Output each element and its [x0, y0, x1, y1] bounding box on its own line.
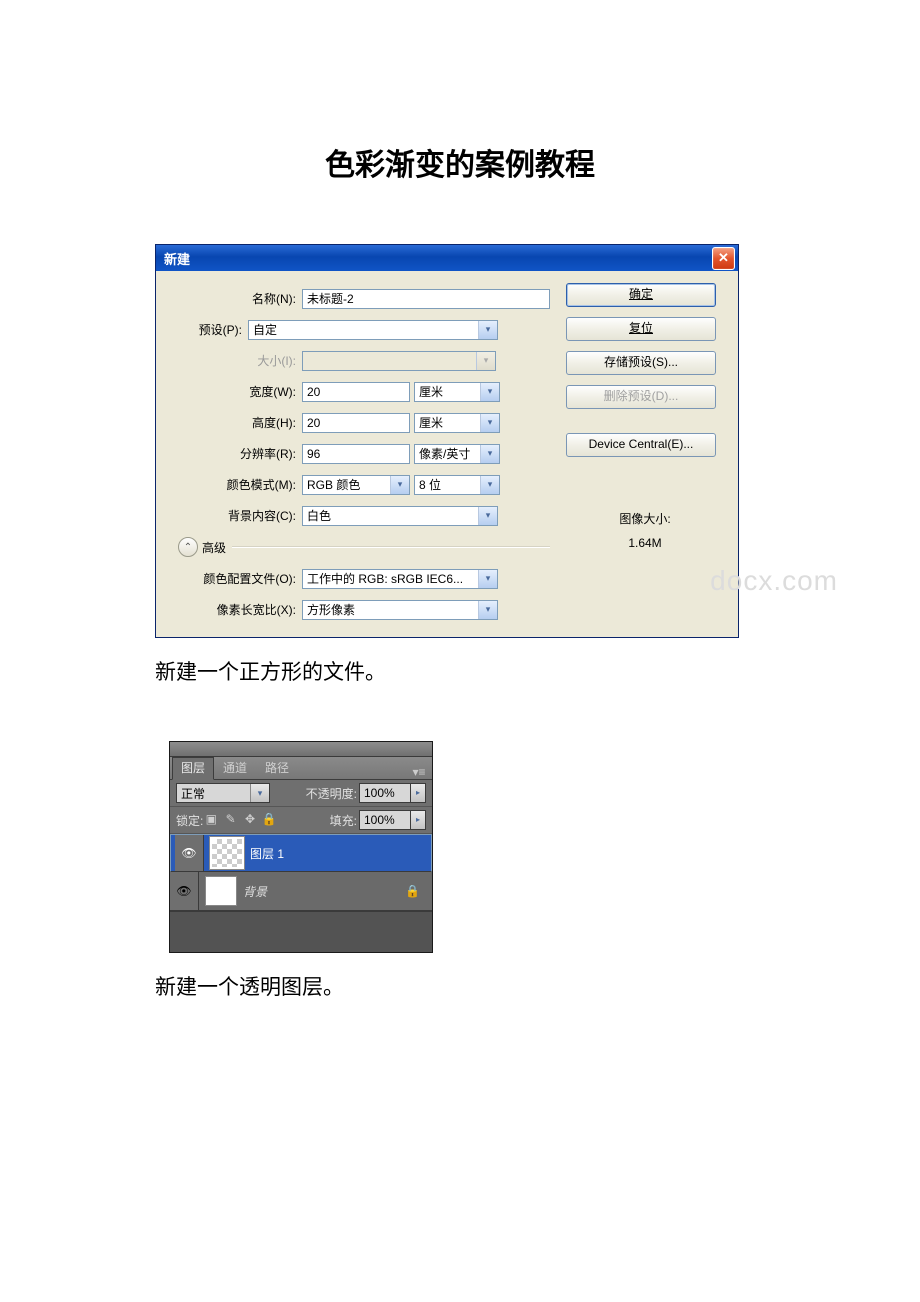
- page-title: 色彩渐变的案例教程: [155, 140, 765, 184]
- colormode-value: RGB 颜色: [307, 476, 390, 493]
- layer-item-layer1[interactable]: 👁 图层 1: [170, 834, 432, 872]
- lock-paint-icon[interactable]: ✎: [223, 812, 239, 828]
- label-name: 名称(N):: [156, 290, 302, 307]
- dialog-titlebar: 新建 ✕: [156, 245, 738, 271]
- layer-list-empty: [170, 911, 432, 952]
- lock-label: 锁定:: [176, 812, 203, 829]
- fill-input[interactable]: 100%: [359, 810, 411, 830]
- divider: [232, 546, 550, 548]
- bitdepth-select[interactable]: 8 位 ▾: [414, 475, 500, 495]
- chevron-down-icon: ▾: [478, 507, 497, 525]
- label-width: 宽度(W):: [156, 383, 302, 400]
- lock-icon: 🔒: [405, 884, 420, 898]
- visibility-icon[interactable]: 👁: [170, 872, 199, 910]
- chevron-down-icon: ▾: [480, 383, 499, 401]
- opacity-value: 100%: [360, 786, 410, 800]
- preset-value: 自定: [253, 321, 478, 338]
- chevron-down-icon: ▾: [478, 601, 497, 619]
- opacity-label: 不透明度:: [306, 785, 357, 802]
- blend-mode-select[interactable]: 正常 ▾: [176, 783, 270, 803]
- tab-channels[interactable]: 通道: [214, 757, 256, 779]
- chevron-down-icon: ▾: [478, 570, 497, 588]
- chevron-down-icon: ▾: [480, 414, 499, 432]
- layer-item-background[interactable]: 👁 背景 🔒: [170, 872, 432, 911]
- label-size: 大小(I):: [156, 352, 302, 369]
- resolution-unit-value: 像素/英寸: [419, 445, 480, 462]
- width-unit-select[interactable]: 厘米 ▾: [414, 382, 500, 402]
- label-preset: 预设(P):: [156, 321, 248, 338]
- lock-move-icon[interactable]: ✥: [242, 812, 258, 828]
- dialog-title: 新建: [164, 249, 190, 268]
- visibility-icon[interactable]: 👁: [175, 835, 204, 871]
- close-icon[interactable]: ✕: [712, 247, 735, 270]
- bg-select[interactable]: 白色 ▾: [302, 506, 498, 526]
- chevron-down-icon: ▾: [250, 784, 269, 802]
- fill-value: 100%: [360, 813, 410, 827]
- image-size-label: 图像大小:: [566, 507, 724, 531]
- image-size-value: 1.64M: [566, 531, 724, 555]
- label-colormode: 颜色模式(M):: [156, 476, 302, 493]
- name-input[interactable]: [302, 289, 550, 309]
- chevron-down-icon: ▾: [390, 476, 409, 494]
- layer-list: 👁 图层 1 👁 背景 🔒: [170, 834, 432, 952]
- height-input[interactable]: [302, 413, 410, 433]
- lock-icons-group: ▣ ✎ ✥ 🔒: [203, 812, 277, 828]
- aspect-value: 方形像素: [307, 601, 478, 618]
- bg-value: 白色: [307, 507, 478, 524]
- width-input[interactable]: [302, 382, 410, 402]
- height-unit-select[interactable]: 厘米 ▾: [414, 413, 500, 433]
- caption-2: 新建一个透明图层。: [155, 971, 765, 1001]
- fill-flyout-icon[interactable]: ▸: [411, 810, 426, 830]
- resolution-unit-select[interactable]: 像素/英寸 ▾: [414, 444, 500, 464]
- tab-paths[interactable]: 路径: [256, 757, 298, 779]
- colormode-select[interactable]: RGB 颜色 ▾: [302, 475, 410, 495]
- layer-name: 背景: [243, 883, 405, 900]
- lock-all-icon[interactable]: 🔒: [261, 812, 277, 828]
- chevron-down-icon: ▾: [478, 321, 497, 339]
- layer-name: 图层 1: [250, 845, 431, 862]
- width-unit-value: 厘米: [419, 383, 480, 400]
- advanced-toggle-icon[interactable]: ⌃: [178, 537, 198, 557]
- label-height: 高度(H):: [156, 414, 302, 431]
- panel-menu-icon[interactable]: ▾≡: [410, 765, 432, 779]
- layer-thumbnail: [210, 837, 244, 869]
- opacity-input[interactable]: 100%: [359, 783, 411, 803]
- caption-1: 新建一个正方形的文件。: [155, 656, 765, 686]
- label-aspect: 像素长宽比(X):: [156, 601, 302, 618]
- label-resolution: 分辨率(R):: [156, 445, 302, 462]
- layers-panel: 图层 通道 路径 ▾≡ 正常 ▾ 不透明度: 100% ▸ 锁定: ▣ ✎ ✥ …: [169, 741, 433, 953]
- size-select: ▾: [302, 351, 496, 371]
- bitdepth-value: 8 位: [419, 476, 480, 493]
- opacity-flyout-icon[interactable]: ▸: [411, 783, 426, 803]
- profile-select[interactable]: 工作中的 RGB: sRGB IEC6... ▾: [302, 569, 498, 589]
- height-unit-value: 厘米: [419, 414, 480, 431]
- chevron-down-icon: ▾: [480, 445, 499, 463]
- preset-select[interactable]: 自定 ▾: [248, 320, 498, 340]
- aspect-select[interactable]: 方形像素 ▾: [302, 600, 498, 620]
- fill-label: 填充:: [330, 812, 357, 829]
- profile-value: 工作中的 RGB: sRGB IEC6...: [307, 570, 478, 587]
- delete-preset-button: 删除预设(D)...: [566, 385, 716, 409]
- chevron-down-icon: ▾: [476, 352, 495, 370]
- label-advanced: 高级: [202, 539, 226, 556]
- label-bg: 背景内容(C):: [156, 507, 302, 524]
- save-preset-button[interactable]: 存储预设(S)...: [566, 351, 716, 375]
- chevron-down-icon: ▾: [480, 476, 499, 494]
- lock-transparent-icon[interactable]: ▣: [203, 812, 219, 828]
- label-profile: 颜色配置文件(O):: [156, 570, 302, 587]
- device-central-button[interactable]: Device Central(E)...: [566, 433, 716, 457]
- resolution-input[interactable]: [302, 444, 410, 464]
- reset-button[interactable]: 复位: [566, 317, 716, 341]
- blend-mode-value: 正常: [177, 785, 250, 802]
- tab-layers[interactable]: 图层: [172, 757, 214, 780]
- new-document-dialog: 新建 ✕ 名称(N): 预设(P): 自定 ▾ 大小(I):: [155, 244, 739, 638]
- panel-grip: [170, 742, 432, 757]
- ok-button[interactable]: 确定: [566, 283, 716, 307]
- layer-thumbnail: [205, 876, 237, 906]
